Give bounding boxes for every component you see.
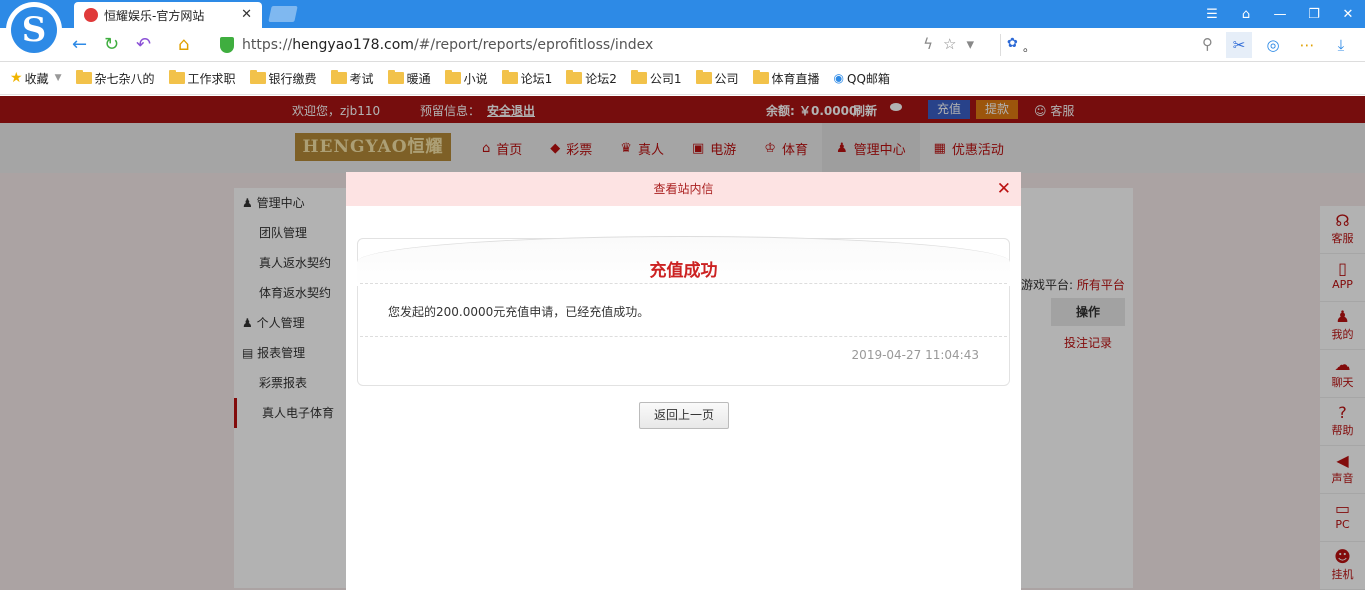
bookmark-folder[interactable]: 考试 [330, 70, 374, 87]
back-button[interactable]: 返回上一页 [639, 402, 729, 429]
folder-icon [168, 70, 185, 84]
bookmark-folder[interactable]: 小说 [444, 70, 488, 87]
secure-shield-icon [220, 37, 234, 53]
url-path: /#/report/reports/eprofitloss/index [413, 37, 654, 53]
bookmark-star-icon[interactable]: ☆ [943, 35, 966, 53]
message-timestamp: 2019-04-27 11:04:43 [851, 348, 979, 362]
scissors-icon[interactable]: ✂ [1226, 32, 1252, 58]
folder-icon [501, 70, 518, 84]
modal-header: 查看站内信 ✕ [346, 172, 1021, 206]
divider [360, 283, 1007, 284]
browser-logo[interactable]: S [6, 2, 62, 58]
folder-icon [387, 70, 404, 84]
star-icon: ★ [10, 70, 23, 86]
message-title: 充值成功 [649, 261, 718, 281]
close-window-icon[interactable]: ✕ [1331, 0, 1365, 28]
search-box[interactable]: ✿ 。 ⚲ [1000, 34, 1215, 56]
bookmark-qqmail[interactable]: ◉ QQ邮箱 [834, 70, 890, 87]
address-bar-row: ← ↻ ↶ ⌂ https://hengyao178.com/#/report/… [0, 28, 1365, 62]
browser-tab-bar: 恒耀娱乐-官方网站 ✕ ☰ ⌂ — ❐ ✕ [0, 0, 1365, 28]
bookmarks-bar: ★ 收藏 ▼ 杂七杂八的 工作求职 银行缴费 考试 暖通 小说 论坛1 论坛2 公司… [0, 62, 1365, 95]
message-modal: 查看站内信 ✕ 充值成功 您发起的200.0000元充值申请，已经充值成功。 2… [346, 172, 1021, 590]
download-icon[interactable]: ⤓ [1328, 32, 1354, 58]
bookmark-folder[interactable]: 论坛2 [566, 70, 617, 87]
folder-icon [695, 70, 712, 84]
qq-icon: ◉ [833, 71, 845, 85]
folder-icon [566, 70, 583, 84]
browser-tab[interactable]: 恒耀娱乐-官方网站 ✕ [74, 2, 262, 28]
bookmark-folder[interactable]: 论坛1 [501, 70, 552, 87]
lightning-icon[interactable]: ϟ [923, 35, 943, 53]
more-icon[interactable]: ⋯ [1294, 32, 1320, 58]
message-body: 您发起的200.0000元充值申请，已经充值成功。 [388, 305, 650, 319]
bookmark-folder[interactable]: 公司1 [630, 70, 682, 87]
bookmark-folder[interactable]: 公司 [695, 70, 739, 87]
restore-icon[interactable]: ❐ [1297, 0, 1331, 28]
close-icon[interactable]: ✕ [997, 172, 1011, 206]
folder-icon [330, 70, 347, 84]
reload-icon[interactable]: ↻ [104, 34, 119, 56]
search-icon[interactable]: ⚲ [1202, 35, 1213, 53]
translate-icon[interactable]: ◎ [1260, 32, 1286, 58]
bookmark-folder[interactable]: 体育直播 [752, 70, 820, 87]
undo-icon[interactable]: ↶ [136, 34, 151, 56]
url-field[interactable]: https://hengyao178.com/#/report/reports/… [210, 32, 990, 58]
modal-header-title: 查看站内信 [653, 182, 714, 196]
bookmark-folder[interactable]: 银行缴费 [249, 70, 317, 87]
bookmark-favorites[interactable]: ★ 收藏 ▼ [10, 70, 62, 87]
url-scheme: https:// [242, 37, 293, 53]
folder-icon [752, 70, 769, 84]
tab-title: 恒耀娱乐-官方网站 [104, 8, 205, 23]
window-controls: ☰ ⌂ — ❐ ✕ [1195, 0, 1365, 28]
menu-icon[interactable]: ☰ [1195, 0, 1229, 28]
bookmark-folder[interactable]: 工作求职 [168, 70, 236, 87]
close-tab-icon[interactable]: ✕ [241, 7, 252, 22]
home-icon[interactable]: ⌂ [178, 34, 189, 56]
dropdown-icon[interactable]: ▾ [966, 35, 984, 53]
back-arrow-icon[interactable]: ← [72, 34, 87, 56]
folder-icon [249, 70, 266, 84]
search-input[interactable]: 。 [1023, 38, 1035, 55]
folder-icon [75, 70, 92, 84]
divider [360, 336, 1007, 337]
baidu-paw-icon: ✿ [1007, 36, 1018, 51]
new-tab-button[interactable] [268, 6, 298, 22]
site-favicon-icon [84, 8, 98, 22]
bookmark-folder[interactable]: 杂七杂八的 [75, 70, 155, 87]
folder-icon [630, 70, 647, 84]
url-host: hengyao178.com [292, 37, 414, 53]
bookmark-folder[interactable]: 暖通 [387, 70, 431, 87]
skin-icon[interactable]: ⌂ [1229, 0, 1263, 28]
minimize-icon[interactable]: — [1263, 0, 1297, 28]
folder-icon [444, 70, 461, 84]
